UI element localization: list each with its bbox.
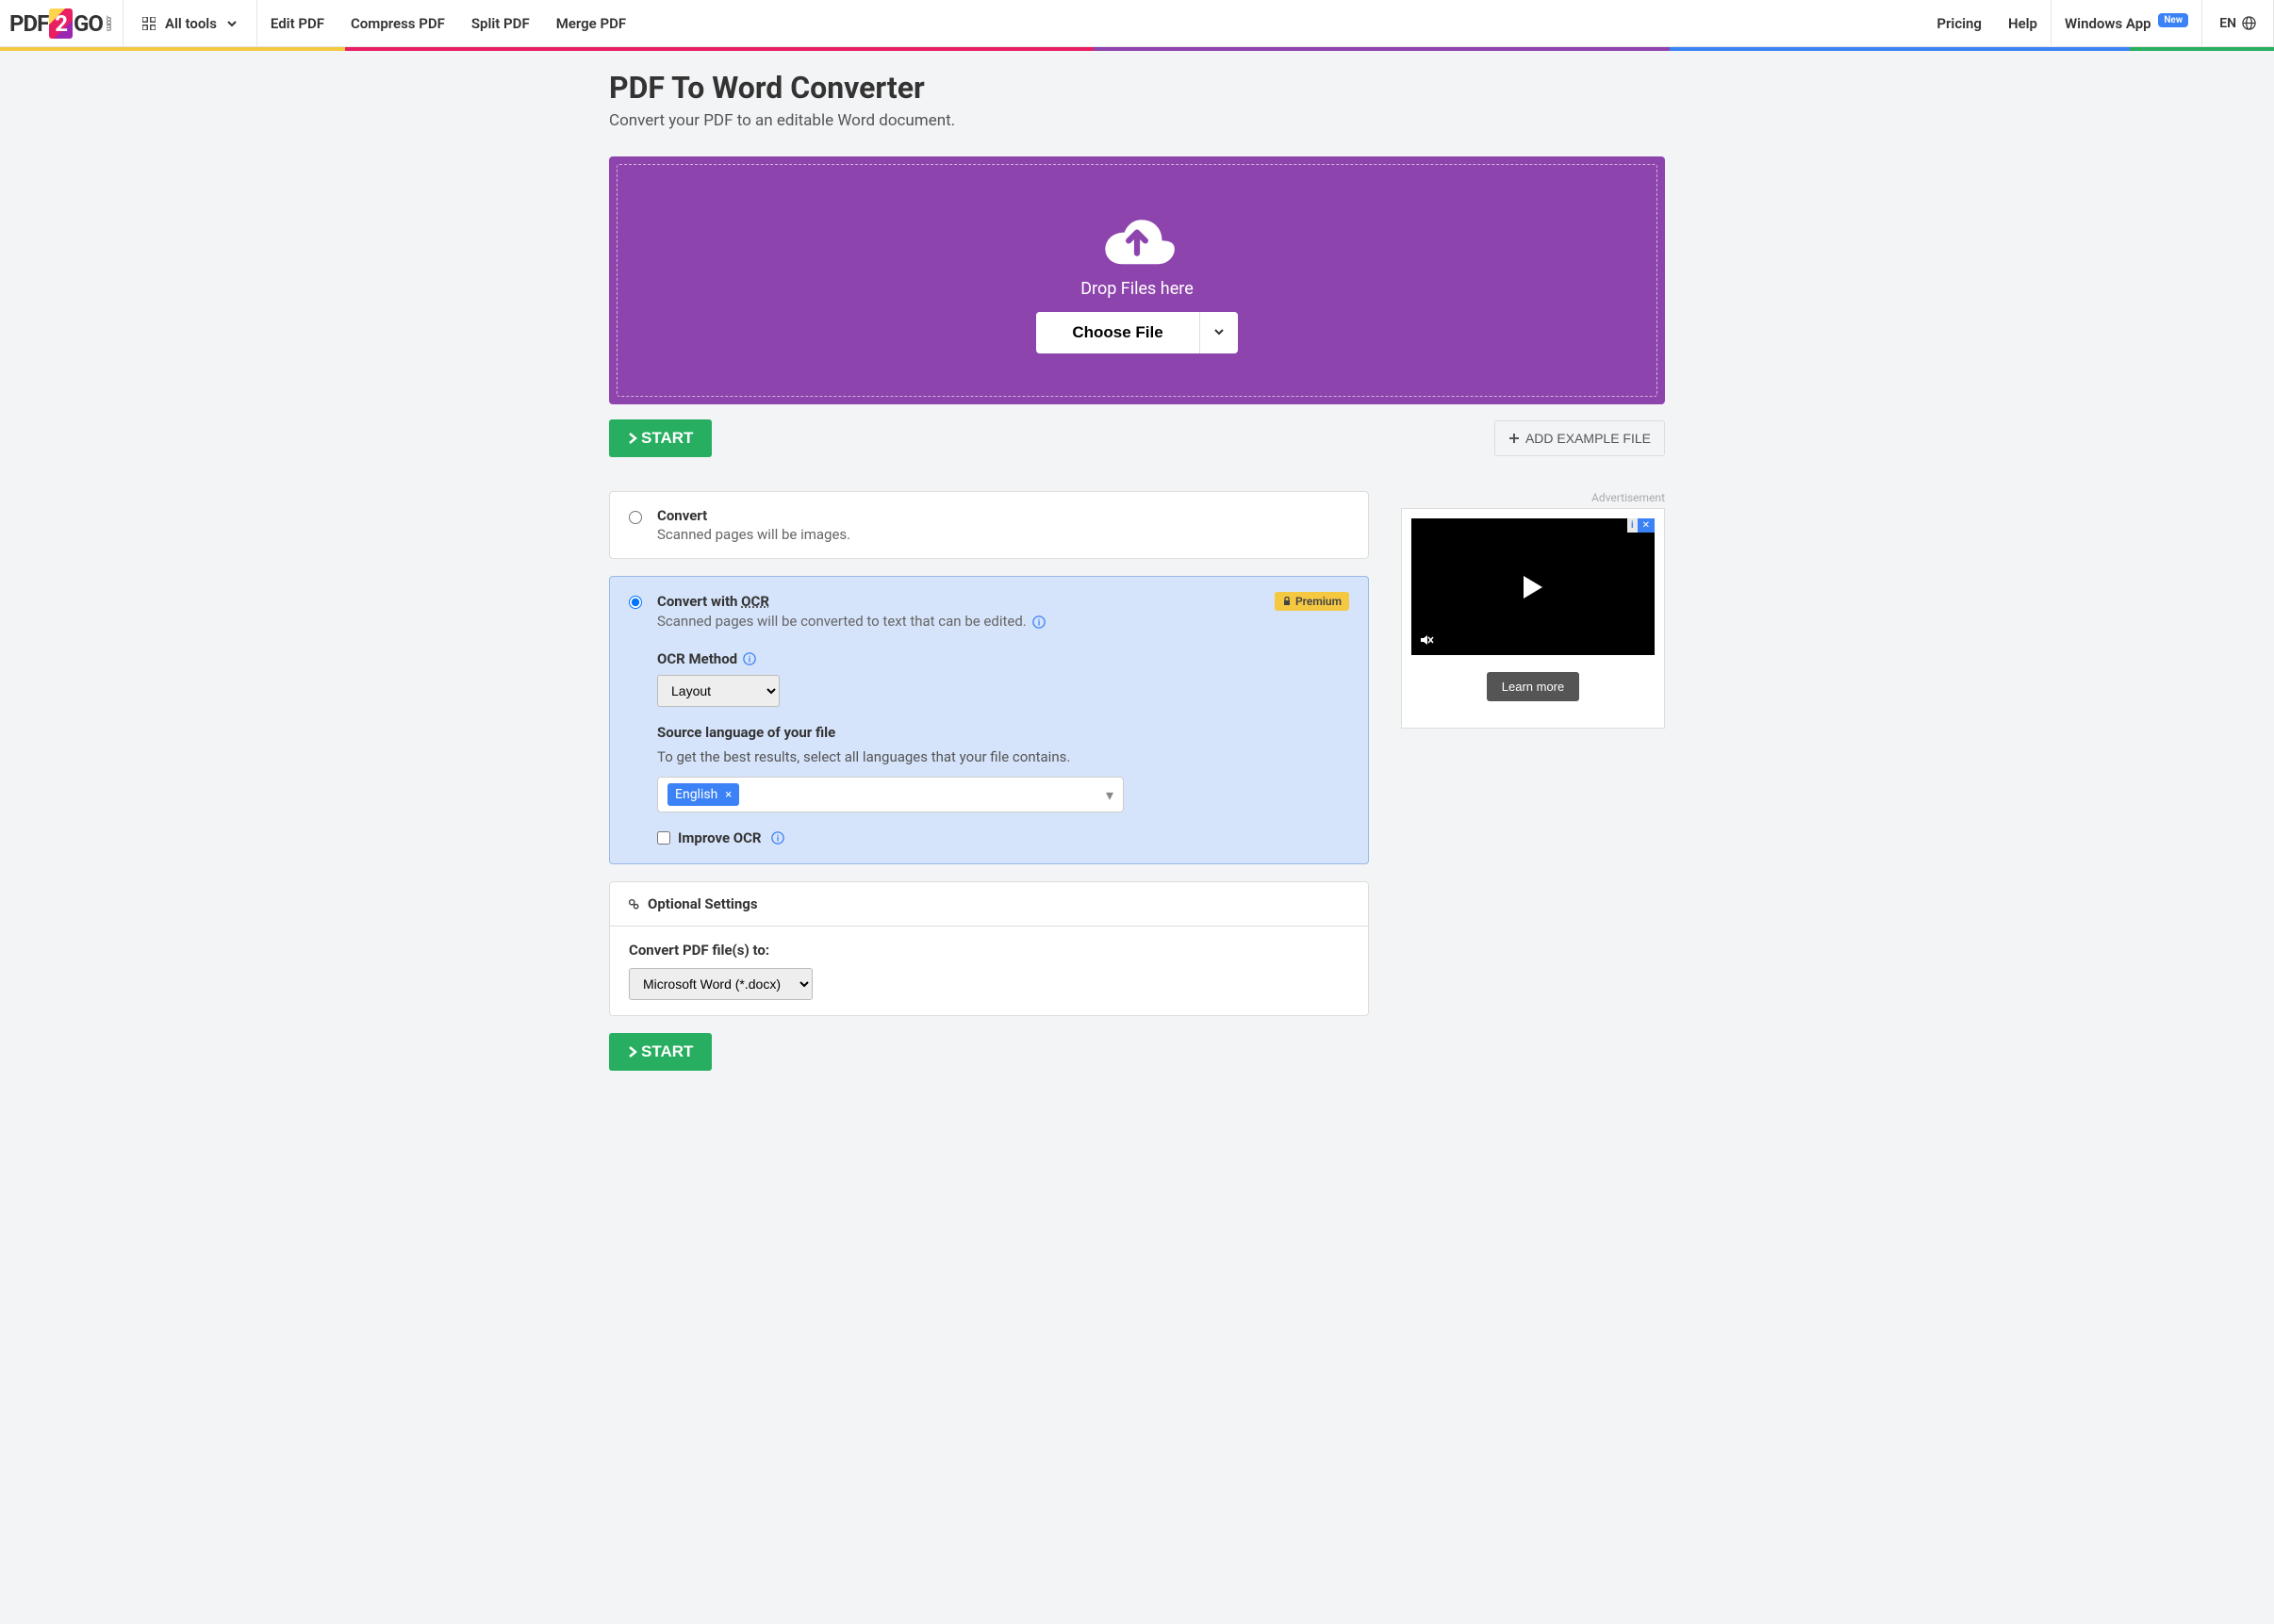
start-label-bottom: START: [641, 1042, 693, 1061]
drop-text: Drop Files here: [1080, 279, 1194, 299]
logo-text-2: 2: [49, 8, 73, 39]
nav-right: Pricing Help Windows App New EN: [1923, 0, 2274, 47]
convert-title: Convert: [657, 507, 1349, 524]
premium-badge: Premium: [1275, 592, 1349, 611]
nav-split-pdf[interactable]: Split PDF: [458, 15, 543, 32]
nav-windows-app[interactable]: Windows App New: [2052, 15, 2201, 32]
lock-icon: [1282, 597, 1292, 606]
language-selector[interactable]: EN: [2202, 16, 2273, 31]
choose-file-button[interactable]: Choose File: [1036, 312, 1198, 353]
mute-icon[interactable]: [1419, 632, 1434, 648]
convert-to-label: Convert PDF file(s) to:: [629, 942, 1349, 959]
logo-text-go: GO: [74, 10, 103, 37]
chevron-down-icon: [226, 18, 238, 29]
svg-text:i: i: [749, 656, 750, 665]
convert-ocr-desc: Scanned pages will be converted to text …: [657, 613, 1349, 630]
lang-tag-english: English ×: [667, 783, 739, 806]
ad-label: Advertisement: [1401, 491, 1665, 504]
nav-compress-pdf[interactable]: Compress PDF: [338, 15, 458, 32]
plus-icon: [1508, 433, 1520, 444]
ad-info-icon[interactable]: i: [1627, 518, 1638, 533]
optional-settings-panel: Optional Settings Convert PDF file(s) to…: [609, 881, 1369, 1016]
page-title: PDF To Word Converter: [609, 70, 1665, 106]
add-example-button[interactable]: ADD EXAMPLE FILE: [1494, 420, 1665, 456]
convert-ocr-title: Convert with OCR: [657, 593, 769, 610]
chevron-right-icon: [628, 1045, 637, 1058]
convert-option-panel: Convert Scanned pages will be images.: [609, 491, 1369, 559]
all-tools-label: All tools: [165, 15, 217, 32]
header: PDF 2 GO .com All tools Edit PDF Compres…: [0, 0, 2274, 47]
action-row: START ADD EXAMPLE FILE: [609, 419, 1665, 457]
convert-ocr-radio[interactable]: [629, 596, 642, 609]
svg-text:i: i: [1037, 619, 1039, 629]
language-multiselect[interactable]: English × ▾: [657, 777, 1124, 812]
lang-label: EN: [2219, 16, 2236, 31]
play-icon: [1524, 576, 1542, 599]
ad-box: i ✕ Learn more: [1401, 508, 1665, 729]
all-tools-dropdown[interactable]: All tools: [124, 15, 256, 32]
start-label: START: [641, 429, 693, 448]
add-example-label: ADD EXAMPLE FILE: [1525, 431, 1651, 446]
nav-pricing[interactable]: Pricing: [1923, 15, 1995, 32]
ocr-method-select[interactable]: Layout: [657, 675, 780, 707]
improve-ocr-checkbox[interactable]: [657, 831, 670, 845]
windows-app-label: Windows App: [2065, 15, 2151, 32]
start-button-bottom[interactable]: START: [609, 1033, 712, 1071]
convert-option-row[interactable]: Convert Scanned pages will be images.: [610, 492, 1368, 558]
dropzone[interactable]: Drop Files here Choose File: [609, 156, 1665, 404]
chevron-down-icon: [1213, 326, 1225, 337]
cloud-upload-icon: [1095, 207, 1179, 266]
caret-down-icon: ▾: [1106, 786, 1113, 804]
choose-file-group: Choose File: [1036, 312, 1237, 353]
rainbow-bar: [0, 47, 2274, 51]
optional-settings-header: Optional Settings: [610, 882, 1368, 927]
logo-text-com: .com: [104, 15, 113, 30]
info-icon[interactable]: i: [743, 652, 756, 665]
chevron-right-icon: [628, 432, 637, 445]
new-badge: New: [2158, 13, 2188, 27]
page-subtitle: Convert your PDF to an editable Word doc…: [609, 111, 1665, 130]
info-icon[interactable]: i: [771, 831, 784, 845]
choose-file-dropdown[interactable]: [1199, 312, 1238, 353]
info-icon[interactable]: i: [1032, 615, 1046, 629]
nav-links: Edit PDF Compress PDF Split PDF Merge PD…: [257, 15, 1923, 32]
grid-icon: [142, 17, 156, 30]
lang-tag-remove[interactable]: ×: [725, 788, 732, 802]
globe-icon: [2242, 16, 2256, 30]
convert-ocr-row[interactable]: Convert with OCR Premium Scanned pages w…: [610, 577, 1368, 645]
ad-learn-more-button[interactable]: Learn more: [1487, 672, 1579, 701]
ocr-method-label: OCR Method i: [657, 650, 1349, 667]
ad-close-icon[interactable]: ✕: [1638, 518, 1655, 533]
convert-desc: Scanned pages will be images.: [657, 526, 1349, 543]
ad-corner: i ✕: [1627, 518, 1655, 533]
start-button[interactable]: START: [609, 419, 712, 457]
nav-help[interactable]: Help: [1995, 15, 2051, 32]
source-lang-label: Source language of your file: [657, 724, 1349, 741]
convert-radio[interactable]: [629, 511, 642, 524]
ocr-sub-options: OCR Method i Layout Source language of y…: [610, 645, 1368, 863]
convert-to-select[interactable]: Microsoft Word (*.docx): [629, 968, 813, 1000]
nav-merge-pdf[interactable]: Merge PDF: [543, 15, 639, 32]
source-lang-desc: To get the best results, select all lang…: [657, 748, 1349, 765]
ad-video[interactable]: i ✕: [1411, 518, 1655, 655]
improve-ocr-label: Improve OCR: [678, 829, 762, 846]
logo[interactable]: PDF 2 GO .com: [0, 8, 123, 39]
improve-ocr-row[interactable]: Improve OCR i: [657, 829, 1349, 846]
logo-text-pdf: PDF: [9, 10, 48, 37]
svg-text:i: i: [776, 835, 778, 845]
convert-ocr-panel: Convert with OCR Premium Scanned pages w…: [609, 576, 1369, 864]
nav-edit-pdf[interactable]: Edit PDF: [257, 15, 338, 32]
gears-icon: [627, 897, 640, 910]
